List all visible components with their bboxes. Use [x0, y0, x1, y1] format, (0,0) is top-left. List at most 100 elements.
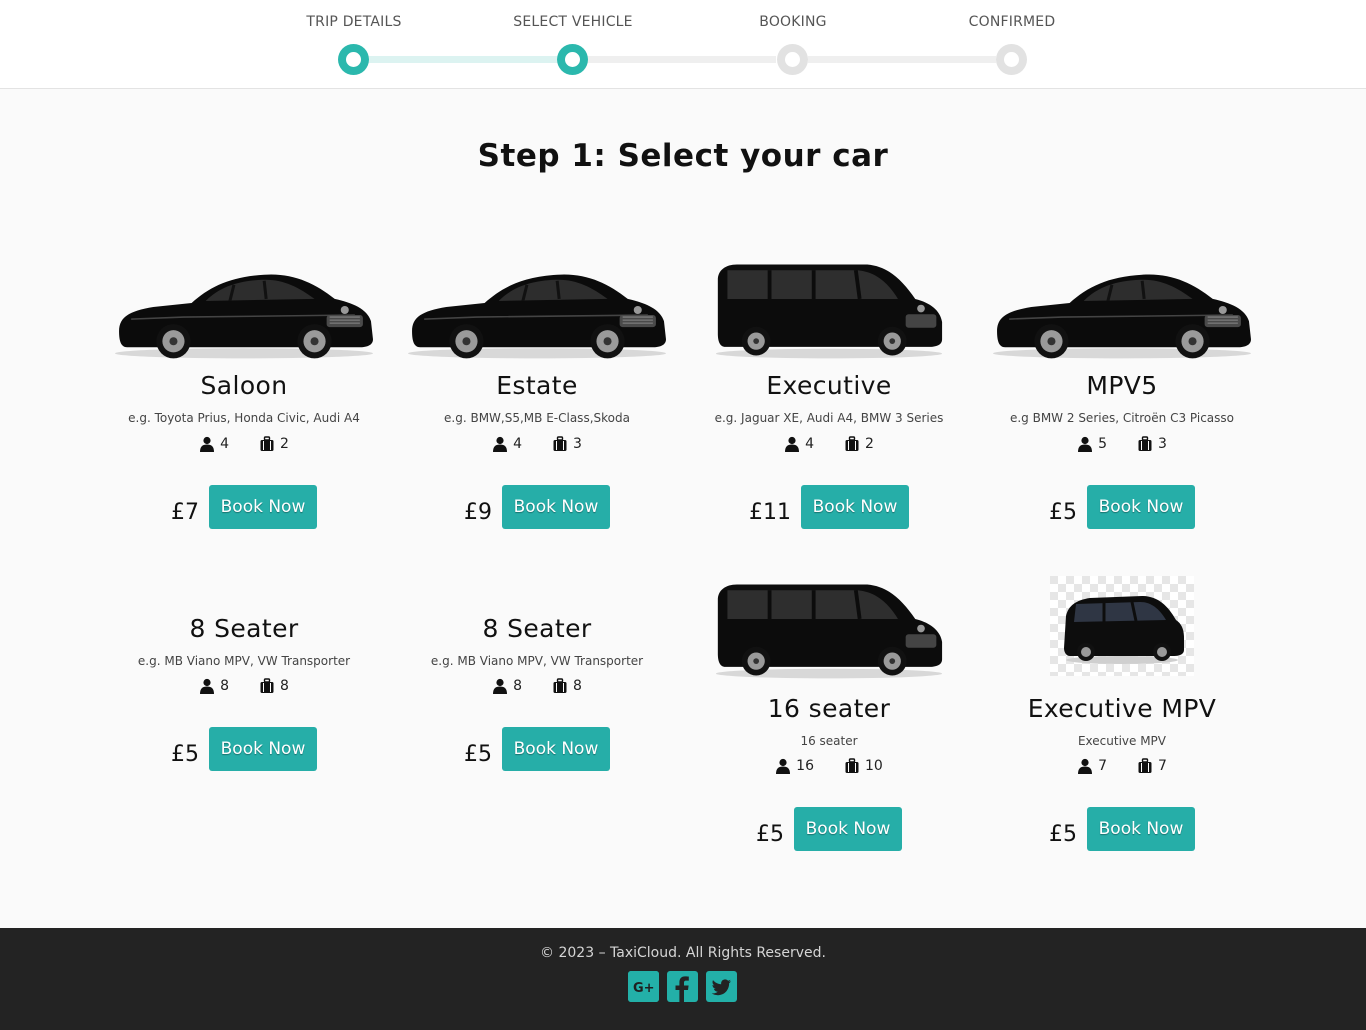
- luggage-count: 2: [280, 436, 289, 452]
- luggage-count: 7: [1158, 758, 1167, 774]
- vehicle-booking-row: £11 Book Now: [683, 485, 975, 529]
- vehicle-card-8-seater-2: 8 Seater e.g. MB Viano MPV, VW Transport…: [391, 570, 683, 870]
- person-icon: [1078, 758, 1093, 774]
- person-icon: [785, 436, 800, 452]
- svg-text:G+: G+: [633, 981, 655, 996]
- vehicle-capacity: 7 7: [976, 758, 1268, 774]
- vehicle-price: £5: [464, 741, 492, 767]
- van-icon: [714, 258, 944, 360]
- vehicle-capacity: 5 3: [976, 436, 1268, 452]
- step-label-booking: BOOKING: [759, 14, 827, 30]
- social-links: G+: [628, 971, 737, 1002]
- person-icon: [493, 436, 508, 452]
- step-dot-confirmed: [996, 44, 1027, 75]
- vehicle-price: £11: [749, 499, 791, 525]
- luggage-icon: [845, 436, 859, 451]
- step-label-select-vehicle: SELECT VEHICLE: [513, 14, 633, 30]
- luggage-count: 10: [865, 758, 883, 774]
- luggage-icon: [553, 436, 567, 451]
- luggage-count: 2: [865, 436, 874, 452]
- step-label-confirmed: CONFIRMED: [968, 14, 1056, 30]
- book-now-button-saloon[interactable]: Book Now: [209, 485, 317, 529]
- vehicle-capacity: 4 3: [391, 436, 683, 452]
- vehicle-card-8-seater: 8 Seater e.g. MB Viano MPV, VW Transport…: [98, 570, 390, 870]
- vehicle-card-executive-mpv: Executive MPV Executive MPV 7 7 £5 Book …: [976, 570, 1268, 870]
- passenger-count: 8: [220, 678, 229, 694]
- vehicle-examples: 16 seater: [800, 734, 858, 748]
- luggage-count: 8: [280, 678, 289, 694]
- vehicle-price: £5: [171, 741, 199, 767]
- vehicle-name: Executive MPV: [1027, 694, 1217, 723]
- vehicle-price: £7: [171, 499, 199, 525]
- passenger-count: 4: [513, 436, 522, 452]
- stepper-track-2: [588, 56, 776, 63]
- vehicle-name: Saloon: [200, 371, 288, 400]
- person-icon: [493, 678, 508, 694]
- vehicle-capacity: 8 8: [391, 678, 683, 694]
- google-plus-icon[interactable]: G+: [628, 971, 659, 1002]
- step-dot-trip-details[interactable]: [338, 44, 369, 75]
- vehicle-card-mpv5: MPV5 e.g BMW 2 Series, Citroën C3 Picass…: [976, 250, 1268, 550]
- vehicle-name: 8 Seater: [482, 614, 592, 643]
- passenger-count: 16: [796, 758, 814, 774]
- vehicle-name: MPV5: [1086, 371, 1158, 400]
- twitter-icon[interactable]: [706, 971, 737, 1002]
- book-now-button-executive[interactable]: Book Now: [801, 485, 909, 529]
- progress-stepper: TRIP DETAILS SELECT VEHICLE BOOKING CONF…: [0, 0, 1366, 89]
- stepper-track-1: [369, 56, 557, 63]
- vehicle-examples: e.g. MB Viano MPV, VW Transporter: [137, 654, 351, 668]
- vehicle-card-executive: Executive e.g. Jaguar XE, Audi A4, BMW 3…: [683, 250, 975, 550]
- vehicle-capacity: 4 2: [98, 436, 390, 452]
- passenger-count: 4: [220, 436, 229, 452]
- footer: © 2023 – TaxiCloud. All Rights Reserved.…: [0, 928, 1366, 1030]
- vehicle-name: Executive: [766, 371, 892, 400]
- vehicle-examples: e.g. BMW,S5,MB E-Class,Skoda: [444, 411, 630, 425]
- vehicle-card-estate: Estate e.g. BMW,S5,MB E-Class,Skoda 4 3 …: [391, 250, 683, 550]
- book-now-button-8-seater[interactable]: Book Now: [209, 727, 317, 771]
- luggage-count: 3: [573, 436, 582, 452]
- book-now-button-mpv5[interactable]: Book Now: [1087, 485, 1195, 529]
- vehicle-examples: e.g. MB Viano MPV, VW Transporter: [430, 654, 644, 668]
- book-now-button-estate[interactable]: Book Now: [502, 485, 610, 529]
- vehicle-examples: Executive MPV: [1077, 734, 1167, 748]
- sedan-icon: [991, 258, 1253, 360]
- vehicle-examples: e.g. Toyota Prius, Honda Civic, Audi A4: [128, 411, 360, 425]
- vehicle-booking-row: £5 Book Now: [976, 485, 1268, 529]
- vehicle-price: £5: [1049, 821, 1077, 847]
- vehicle-booking-row: £5 Book Now: [98, 727, 390, 771]
- vehicle-card-16-seater: 16 seater 16 seater 16 10 £5 Book Now: [683, 570, 975, 870]
- luggage-count: 3: [1158, 436, 1167, 452]
- luggage-icon: [1138, 758, 1152, 773]
- passenger-count: 7: [1098, 758, 1107, 774]
- book-now-button-executive-mpv[interactable]: Book Now: [1087, 807, 1195, 851]
- passenger-count: 8: [513, 678, 522, 694]
- step-label-trip-details: TRIP DETAILS: [306, 14, 402, 30]
- sedan-icon: [406, 258, 668, 360]
- vehicle-capacity: 4 2: [683, 436, 975, 452]
- luggage-icon: [553, 678, 567, 693]
- facebook-icon[interactable]: [667, 971, 698, 1002]
- passenger-count: 4: [805, 436, 814, 452]
- vehicle-price: £5: [756, 821, 784, 847]
- book-now-button-16-seater[interactable]: Book Now: [794, 807, 902, 851]
- step-dot-select-vehicle[interactable]: [557, 44, 588, 75]
- vehicle-name: 8 Seater: [189, 614, 299, 643]
- vehicle-card-saloon: Saloon e.g. Toyota Prius, Honda Civic, A…: [98, 250, 390, 550]
- vehicle-capacity: 8 8: [98, 678, 390, 694]
- passenger-count: 5: [1098, 436, 1107, 452]
- vehicle-photo: [98, 250, 390, 360]
- vehicle-examples: e.g BMW 2 Series, Citroën C3 Picasso: [1009, 411, 1235, 425]
- luggage-icon: [1138, 436, 1152, 451]
- page-title: Step 1: Select your car: [477, 138, 889, 174]
- luggage-icon: [260, 678, 274, 693]
- stepper-track-3: [808, 56, 996, 63]
- luggage-count: 8: [573, 678, 582, 694]
- person-icon: [776, 758, 791, 774]
- van-icon: [714, 578, 944, 680]
- sedan-icon: [113, 258, 375, 360]
- book-now-button-8-seater-2[interactable]: Book Now: [502, 727, 610, 771]
- vehicle-photo: [683, 250, 975, 360]
- vehicle-photo: [391, 250, 683, 360]
- vehicle-name: 16 seater: [767, 694, 891, 723]
- vehicle-price: £9: [464, 499, 492, 525]
